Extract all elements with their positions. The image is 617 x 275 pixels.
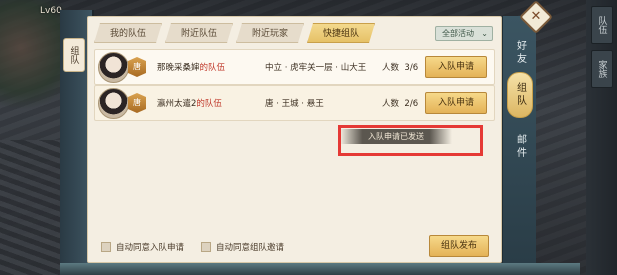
team-leader-name: 瀛州太遣2 — [157, 99, 197, 109]
leader-avatar — [98, 52, 129, 83]
count-label: 人数 — [382, 63, 400, 73]
checkbox-box — [201, 242, 211, 252]
far-tab-team[interactable]: 队伍 — [591, 6, 613, 44]
auto-accept-invite-checkbox[interactable]: 自动同意组队邀请 — [201, 241, 284, 253]
count-value: 2/6 — [404, 99, 419, 109]
team-name: 瀛州太遣2的队伍 — [157, 97, 222, 109]
team-location: 唐 · 王城 · 悬王 — [265, 99, 324, 109]
count-label: 人数 — [382, 99, 400, 109]
faction-badge: 唐 — [128, 57, 146, 77]
tab-nearby-teams[interactable]: 附近队伍 — [165, 23, 233, 43]
team-row: 唐 瀛州太遣2的队伍 唐 · 王城 · 悬王 人数 2/6 入队申请 — [94, 85, 495, 121]
checkbox-label: 自动同意组队邀请 — [216, 243, 285, 253]
leader-avatar — [98, 88, 129, 119]
team-panel: 我的队伍 附近队伍 附近玩家 快捷组队 全部活动 ⌄ 唐 那晚采桑婶的队伍 中立… — [87, 16, 502, 263]
team-row: 唐 那晚采桑婶的队伍 中立 · 虎牢关一层 · 山大王 人数 3/6 入队申请 — [94, 49, 495, 85]
team-location: 中立 · 虎牢关一层 · 山大王 — [265, 63, 367, 73]
team-tabs: 我的队伍 附近队伍 附近玩家 快捷组队 — [94, 23, 375, 43]
tab-my-team[interactable]: 我的队伍 — [94, 23, 162, 43]
hud-level: Lv60 — [40, 6, 62, 16]
highlight-box — [338, 125, 483, 156]
team-leader-name: 那晚采桑婶 — [157, 63, 200, 73]
faction-badge: 唐 — [128, 93, 146, 113]
count-value: 3/6 — [404, 63, 419, 73]
tab-team-left[interactable]: 组队 — [63, 38, 85, 72]
team-suffix: 的队伍 — [199, 63, 226, 73]
checkbox-box — [101, 242, 111, 252]
side-nav: 好友 组队 邮件 — [502, 16, 536, 263]
team-name: 那晚采桑婶的队伍 — [157, 61, 225, 73]
tab-nearby-players[interactable]: 附近玩家 — [236, 23, 304, 43]
chevron-down-icon: ⌄ — [481, 29, 488, 38]
team-count: 人数 3/6 — [382, 61, 418, 73]
bottom-frame — [60, 263, 580, 275]
activity-filter-label: 全部活动 — [442, 29, 474, 38]
side-nav-mail[interactable]: 邮件 — [507, 124, 533, 170]
join-request-button[interactable]: 入队申请 — [425, 92, 487, 114]
tab-quick-team[interactable]: 快捷组队 — [307, 23, 375, 43]
publish-team-button[interactable]: 组队发布 — [429, 235, 489, 257]
auto-accept-apply-checkbox[interactable]: 自动同意入队申请 — [101, 241, 184, 253]
team-count: 人数 2/6 — [382, 97, 418, 109]
activity-filter-dropdown[interactable]: 全部活动 ⌄ — [435, 26, 493, 41]
checkbox-label: 自动同意入队申请 — [116, 243, 185, 253]
team-suffix: 的队伍 — [196, 99, 222, 109]
join-request-button[interactable]: 入队申请 — [425, 56, 487, 78]
panel-footer: 自动同意入队申请 自动同意组队邀请 组队发布 — [88, 232, 501, 262]
side-nav-friends[interactable]: 好友 — [507, 30, 533, 76]
side-nav-team[interactable]: 组队 — [507, 72, 533, 118]
close-icon: ✕ — [530, 9, 542, 24]
far-tab-family[interactable]: 家族 — [591, 50, 613, 88]
